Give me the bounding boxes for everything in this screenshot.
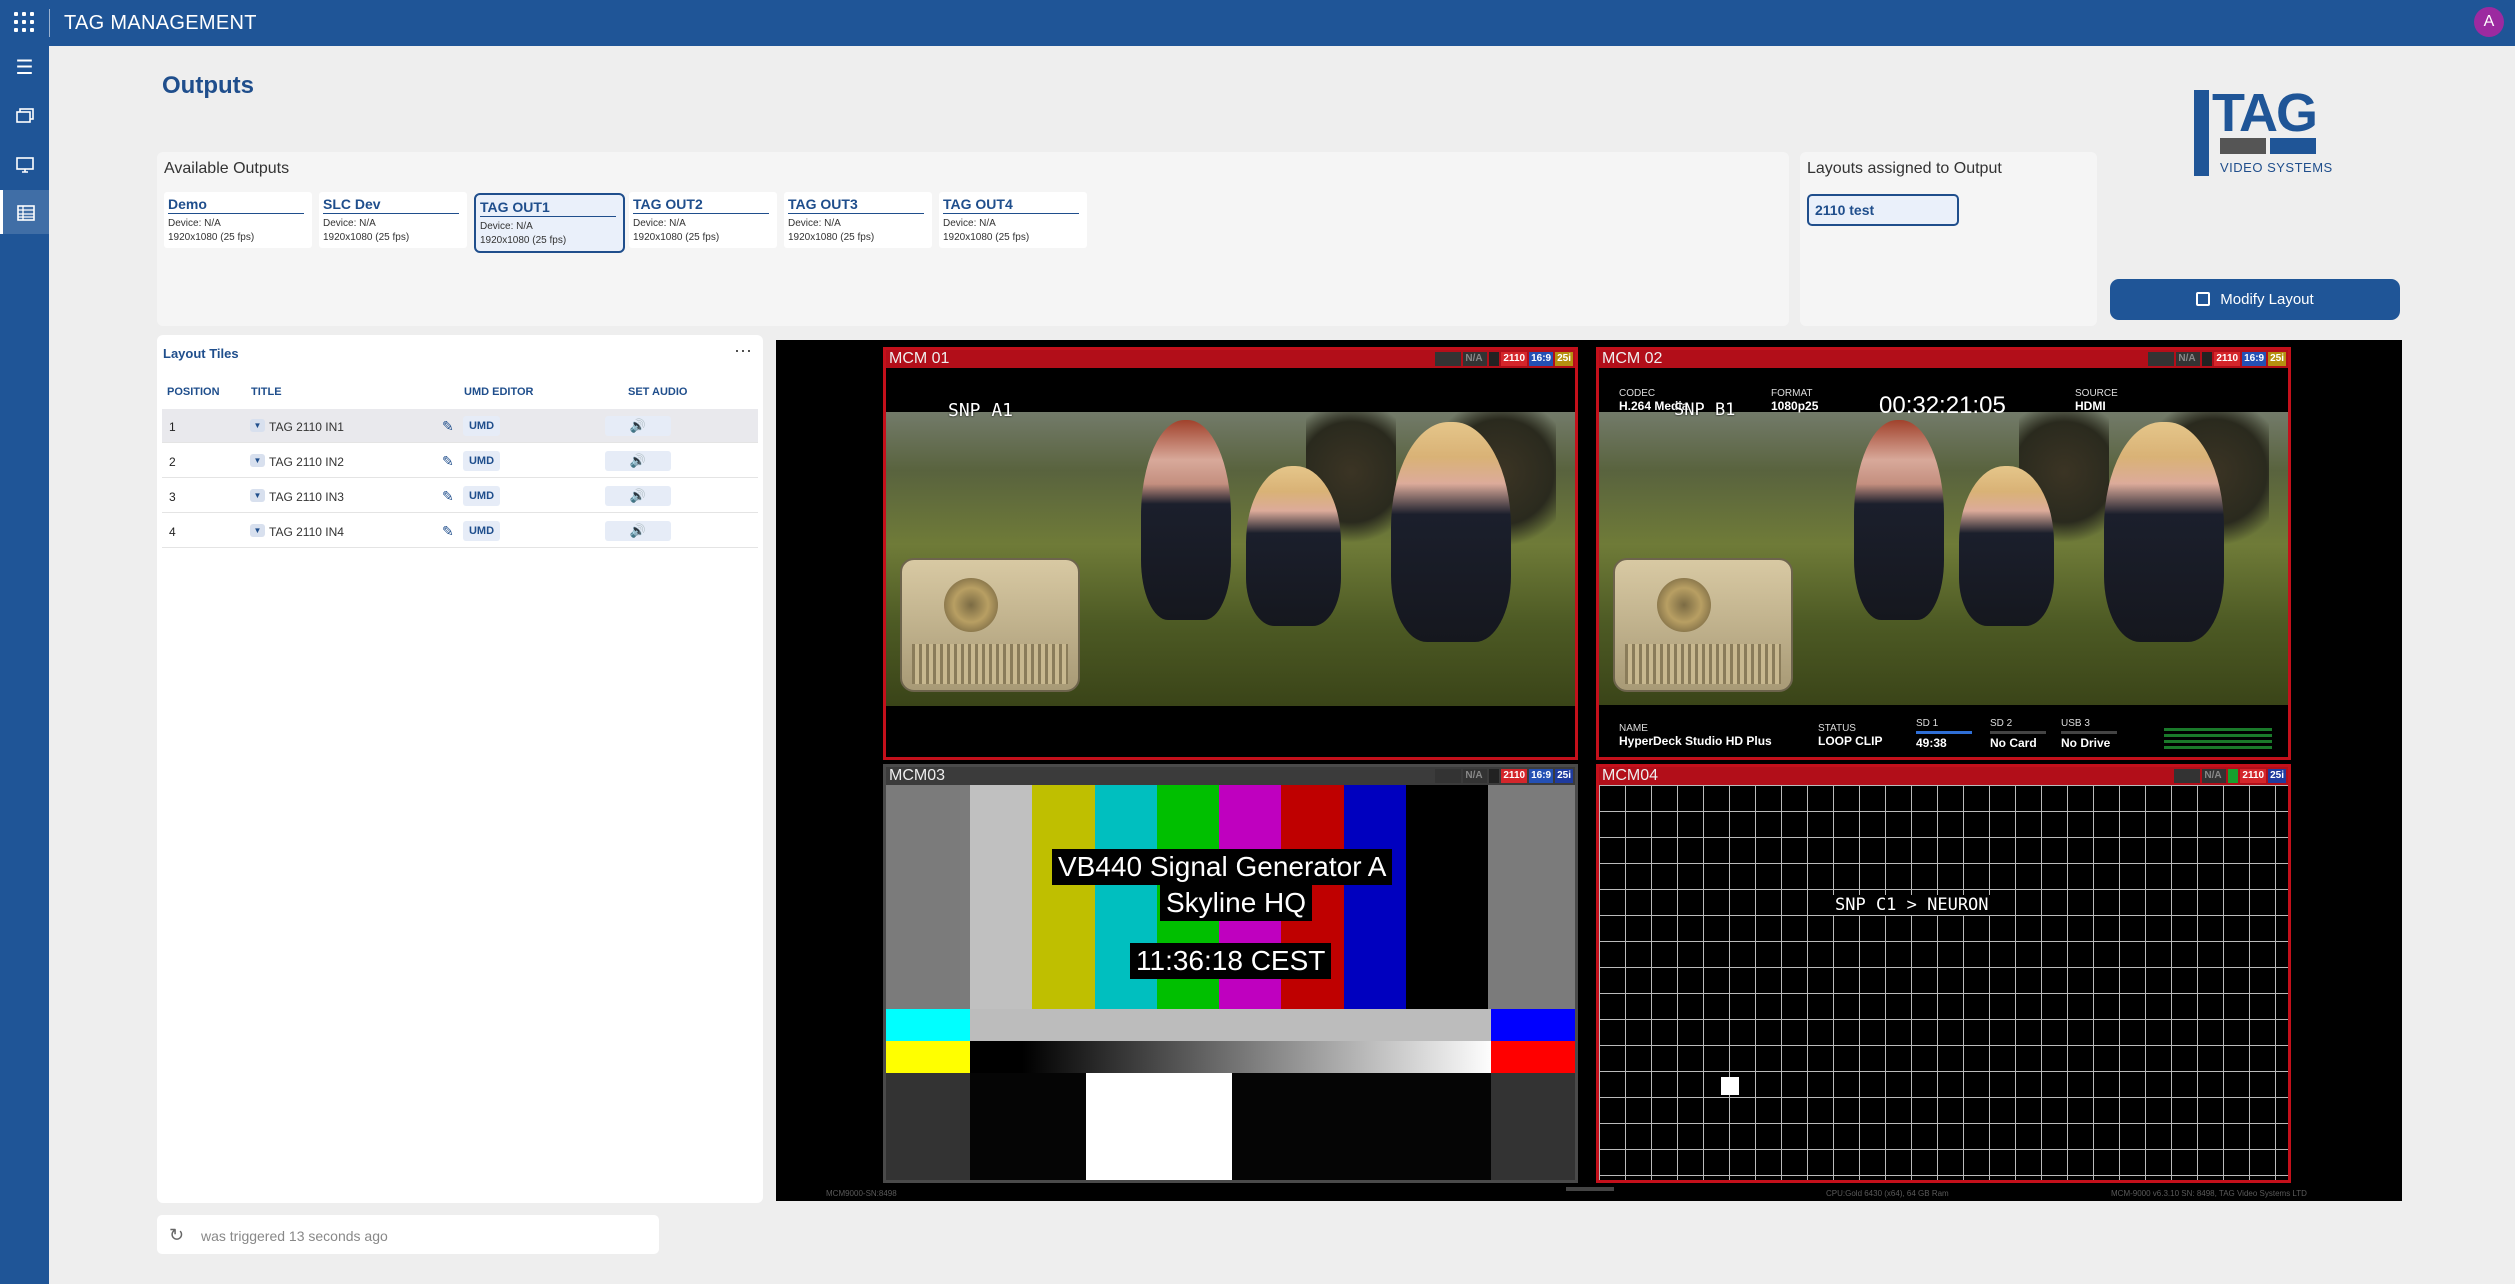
usb-field: USB 3 No Drive bbox=[2061, 718, 2117, 750]
page-title: Outputs bbox=[162, 72, 254, 99]
mv-tile-4[interactable]: MCM04 N/A 2110 25i SNP C1 > NEURON bbox=[1596, 764, 2291, 1183]
chevron-down-icon[interactable]: ▼ bbox=[250, 419, 265, 432]
layout-chip-2110-test[interactable]: 2110 test bbox=[1807, 194, 1959, 226]
clock-caption: 11:36:18 CEST bbox=[1130, 943, 1332, 979]
status-badges: N/A 2110 16:9 25i bbox=[1433, 769, 1573, 783]
layout-tiles-title: Layout Tiles bbox=[163, 346, 239, 361]
output-card-slc-dev[interactable]: SLC Dev Device: N/A 1920x1080 (25 fps) bbox=[319, 192, 467, 248]
audio-meters bbox=[2164, 728, 2272, 750]
pencil-icon[interactable]: ✎ bbox=[442, 418, 454, 435]
more-options-icon[interactable]: ⋯ bbox=[734, 341, 752, 362]
output-card-tag-out1[interactable]: TAG OUT1 Device: N/A 1920x1080 (25 fps) bbox=[474, 193, 625, 253]
menu-icon[interactable]: ☰ bbox=[0, 46, 49, 90]
output-card-demo[interactable]: Demo Device: N/A 1920x1080 (25 fps) bbox=[164, 192, 312, 248]
umd-button[interactable]: UMD bbox=[463, 416, 500, 436]
mv-tile-2[interactable]: MCM 02 N/A 2110 16:9 25i CODEC H.264 Media S… bbox=[1596, 347, 2291, 760]
speaker-icon[interactable]: 🔊 bbox=[605, 416, 671, 436]
col-umd-editor: UMD EDITOR bbox=[464, 386, 534, 398]
tile-label: MCM03 bbox=[889, 767, 946, 784]
multiviewer-preview: MCM 01 N/A 2110 16:9 25i SNP A1 MCM 02 N/A 2… bbox=[776, 340, 2402, 1201]
mv-tile-1[interactable]: MCM 01 N/A 2110 16:9 25i SNP A1 bbox=[883, 347, 1578, 760]
output-card-tag-out4[interactable]: TAG OUT4 Device: N/A 1920x1080 (25 fps) bbox=[939, 192, 1087, 248]
mv-tile-3[interactable]: MCM03 N/A 2110 16:9 25i VB440 Signal Genera… bbox=[883, 764, 1578, 1183]
pencil-icon[interactable]: ✎ bbox=[442, 523, 454, 540]
speaker-icon[interactable]: 🔊 bbox=[605, 521, 671, 541]
refresh-icon[interactable]: ↻ bbox=[169, 1225, 184, 1246]
col-position: POSITION bbox=[167, 386, 220, 398]
status-badges: N/A 2110 16:9 25i bbox=[1433, 352, 1573, 366]
assigned-layouts-panel: Layouts assigned to Output 2110 test bbox=[1800, 152, 2097, 326]
table-icon[interactable] bbox=[0, 190, 49, 234]
chevron-down-icon[interactable]: ▼ bbox=[250, 524, 265, 537]
grid-pattern bbox=[1599, 785, 2288, 1180]
sd2-field: SD 2 No Card bbox=[1990, 718, 2046, 750]
top-bar: TAG MANAGEMENT A bbox=[0, 0, 2515, 46]
generator-caption: VB440 Signal Generator A bbox=[1052, 849, 1393, 885]
moving-box bbox=[1721, 1077, 1739, 1095]
speaker-icon[interactable]: 🔊 bbox=[605, 486, 671, 506]
status-badges: N/A 2110 25i bbox=[2172, 769, 2286, 783]
location-caption: Skyline HQ bbox=[1160, 885, 1313, 921]
umd-button[interactable]: UMD bbox=[463, 521, 500, 541]
edit-layout-icon bbox=[2196, 292, 2211, 306]
user-avatar[interactable]: A bbox=[2474, 7, 2504, 37]
name-field: NAME HyperDeck Studio HD Plus bbox=[1619, 723, 1772, 748]
sd1-field: SD 1 49:38 bbox=[1916, 718, 1972, 750]
umd-button[interactable]: UMD bbox=[463, 486, 500, 506]
pencil-icon[interactable]: ✎ bbox=[442, 488, 454, 505]
mv-footer-center: CPU:Gold 6430 (x64), 64 GB Ram bbox=[1826, 1189, 1949, 1198]
assigned-layouts-header: Layouts assigned to Output bbox=[1807, 160, 2002, 177]
video-frame bbox=[1599, 412, 2288, 706]
monitors-icon[interactable] bbox=[0, 94, 49, 138]
mv-footer-right: MCM-9000 v6.3.10 SN: 8498, TAG Video Sys… bbox=[2111, 1189, 2307, 1198]
tile-snp-label: SNP B1 bbox=[1674, 400, 1736, 420]
divider bbox=[49, 9, 50, 37]
table-row[interactable]: 1 ▼ TAG 2110 IN1 ✎ UMD 🔊 bbox=[162, 409, 758, 443]
status-bar: ↻ was triggered 13 seconds ago bbox=[157, 1215, 659, 1254]
modify-layout-button[interactable]: Modify Layout bbox=[2110, 279, 2400, 320]
output-card-tag-out2[interactable]: TAG OUT2 Device: N/A 1920x1080 (25 fps) bbox=[629, 192, 777, 248]
app-title: TAG MANAGEMENT bbox=[64, 12, 257, 34]
tag-logo: TAG VIDEO SYSTEMS bbox=[2190, 84, 2332, 180]
tile-label: MCM 01 bbox=[889, 350, 950, 367]
tile-label: MCM 02 bbox=[1602, 350, 1663, 367]
timecode: 00:32:21:05 bbox=[1879, 392, 2006, 419]
col-set-audio: SET AUDIO bbox=[628, 386, 688, 398]
source-field: SOURCE HDMI bbox=[2075, 388, 2118, 413]
pencil-icon[interactable]: ✎ bbox=[442, 453, 454, 470]
output-card-tag-out3[interactable]: TAG OUT3 Device: N/A 1920x1080 (25 fps) bbox=[784, 192, 932, 248]
app-grid-icon[interactable] bbox=[14, 12, 36, 34]
tile-snp-label: SNP C1 > NEURON bbox=[1831, 895, 1993, 915]
layout-tiles-panel: Layout Tiles ⋯ POSITION TITLE UMD EDITOR… bbox=[157, 335, 763, 1203]
mv-footer-slider bbox=[1566, 1187, 1614, 1191]
chevron-down-icon[interactable]: ▼ bbox=[250, 489, 265, 502]
speaker-icon[interactable]: 🔊 bbox=[605, 451, 671, 471]
available-outputs-panel: Available Outputs Demo Device: N/A 1920x… bbox=[157, 152, 1789, 326]
screen-icon[interactable] bbox=[0, 142, 49, 186]
side-nav: ☰ bbox=[0, 46, 49, 1284]
status-badges: N/A 2110 16:9 25i bbox=[2146, 352, 2286, 366]
format-field: FORMAT 1080p25 bbox=[1771, 388, 1819, 413]
tile-label: MCM04 bbox=[1602, 767, 1659, 784]
video-frame bbox=[886, 412, 1575, 706]
status-field: STATUS LOOP CLIP bbox=[1818, 723, 1883, 748]
table-row[interactable]: 3 ▼ TAG 2110 IN3 ✎ UMD 🔊 bbox=[162, 479, 758, 513]
tile-snp-label: SNP A1 bbox=[948, 400, 1014, 421]
radio-prop bbox=[1613, 558, 1793, 692]
status-text: was triggered 13 seconds ago bbox=[201, 1228, 388, 1244]
chevron-down-icon[interactable]: ▼ bbox=[250, 454, 265, 467]
mv-footer-left: MCM9000-SN:8498 bbox=[826, 1189, 897, 1198]
table-row[interactable]: 4 ▼ TAG 2110 IN4 ✎ UMD 🔊 bbox=[162, 514, 758, 548]
available-outputs-header: Available Outputs bbox=[164, 160, 290, 177]
col-title: TITLE bbox=[251, 386, 282, 398]
table-row[interactable]: 2 ▼ TAG 2110 IN2 ✎ UMD 🔊 bbox=[162, 444, 758, 478]
umd-button[interactable]: UMD bbox=[463, 451, 500, 471]
radio-prop bbox=[900, 558, 1080, 692]
